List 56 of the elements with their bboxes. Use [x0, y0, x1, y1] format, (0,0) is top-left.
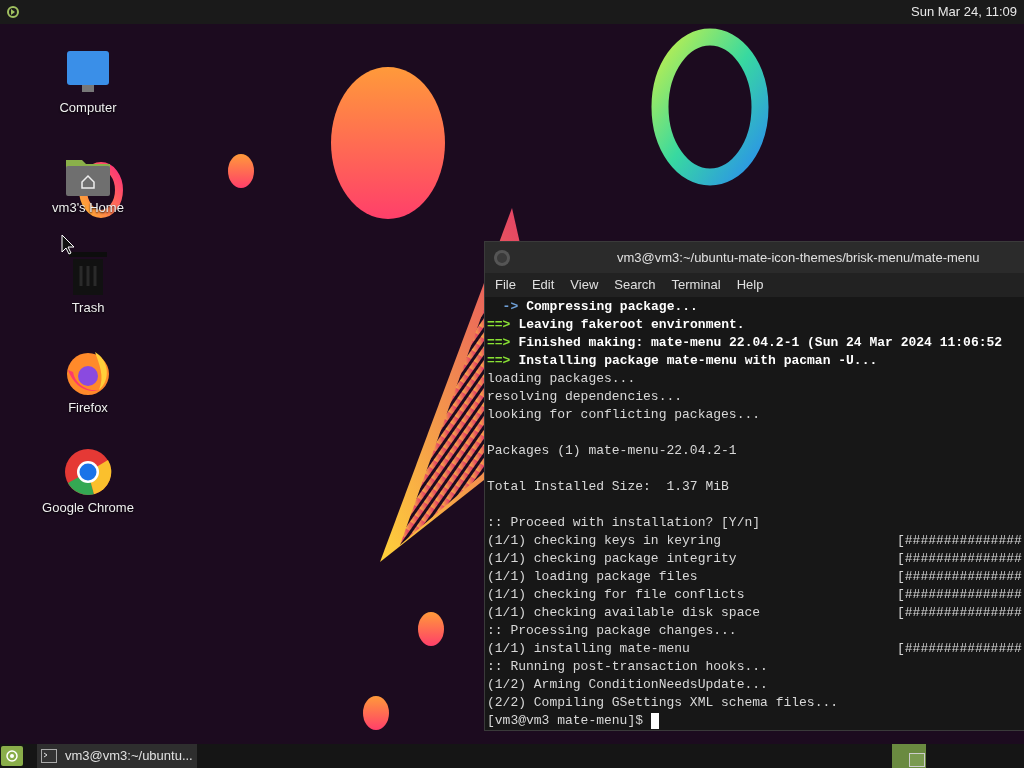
terminal-output-line: (2/2) Compiling GSettings XML schema files...	[487, 695, 839, 710]
window-preview	[909, 753, 925, 767]
taskbar-button[interactable]: vm3@vm3:~/ubuntu...	[37, 744, 197, 768]
desktop-icon-label[interactable]: Firefox	[68, 398, 108, 418]
window-title: vm3@vm3:~/ubuntu-mate-icon-themes/brisk-menu/mate-menu	[617, 248, 980, 267]
terminal-output-line: (1/1) checking available disk space	[487, 604, 762, 622]
terminal-output-line: (1/1) loading package files	[487, 568, 699, 586]
menu-logo-icon[interactable]	[6, 5, 20, 19]
desktop-icon-label[interactable]: Computer	[59, 98, 117, 118]
menu-item[interactable]: Help	[728, 275, 772, 295]
terminal-output-line: Installing package mate-menu with pacman -U...	[518, 352, 878, 370]
workspace-switcher[interactable]	[892, 744, 926, 768]
arrow-prefix: ==>	[487, 334, 511, 352]
terminal-output-line: looking for conflicting packages...	[487, 407, 761, 422]
start-button[interactable]	[1, 746, 23, 766]
terminal-output-line: Leaving fakeroot environment.	[518, 316, 745, 334]
menu-item[interactable]: Search	[606, 275, 664, 295]
menu-item[interactable]: View	[562, 275, 607, 295]
progress-text: [###############	[897, 550, 1022, 568]
desktop-icon-label[interactable]: Trash	[71, 298, 105, 318]
arrow-prefix: ==>	[487, 316, 511, 334]
menu-item[interactable]: Edit	[523, 275, 563, 295]
terminal-output-line: resolving dependencies...	[487, 389, 683, 404]
progress-text: [###############	[897, 586, 1022, 604]
terminal-output-line: :: Running post-transaction hooks...	[487, 659, 768, 674]
progress-text: [###############	[897, 568, 1022, 586]
terminal-icon	[41, 749, 57, 763]
progress-text: [###############	[897, 532, 1022, 550]
terminal-output-line: :: Processing package changes...	[487, 623, 737, 638]
arrow-prefix: ->	[501, 298, 519, 316]
progress-text: [###############	[897, 604, 1022, 622]
chrome-icon	[64, 448, 112, 496]
fox-globe-icon	[65, 350, 111, 396]
menu-item[interactable]: Terminal	[663, 275, 729, 295]
window-menu-icon[interactable]	[493, 248, 511, 267]
mouse-pointer-icon	[61, 234, 75, 256]
shell-prompt: [vm3@vm3 mate-menu]$	[487, 712, 644, 730]
arrow-prefix: ==>	[487, 352, 511, 370]
terminal-output-line: Finished making: mate-menu 22.04.2-1 (Sun 24 Mar 2024 11:06:52	[518, 334, 1003, 352]
text-cursor	[651, 713, 660, 729]
terminal-output-line: (1/1) checking for file conflicts	[487, 586, 746, 604]
menu-item[interactable]: File	[487, 275, 524, 295]
terminal-output-line: Compressing package...	[526, 298, 698, 316]
menu-logo-icon	[6, 750, 18, 762]
terminal-output-line: (1/1) installing mate-menu	[487, 640, 691, 658]
terminal-output-line: (1/1) checking package integrity	[487, 550, 738, 568]
terminal-output-line: Total Installed Size: 1.37 MiB	[487, 479, 729, 494]
terminal-output-line: (1/1) checking keys in keyring	[487, 532, 723, 550]
desktop-icon-label[interactable]: Google Chrome	[42, 498, 134, 518]
terminal-output-line: (1/2) Arming ConditionNeedsUpdate...	[487, 677, 768, 692]
clock[interactable]: Sun Mar 24, 11:09	[911, 2, 1018, 22]
terminal-output-line: loading packages...	[487, 371, 636, 386]
progress-text: [###############	[897, 640, 1022, 658]
trash-icon	[67, 250, 109, 296]
terminal-output-line: Packages (1) mate-menu-22.04.2-1	[487, 443, 737, 458]
terminal-output-line: :: Proceed with installation? [Y/n]	[487, 515, 761, 530]
